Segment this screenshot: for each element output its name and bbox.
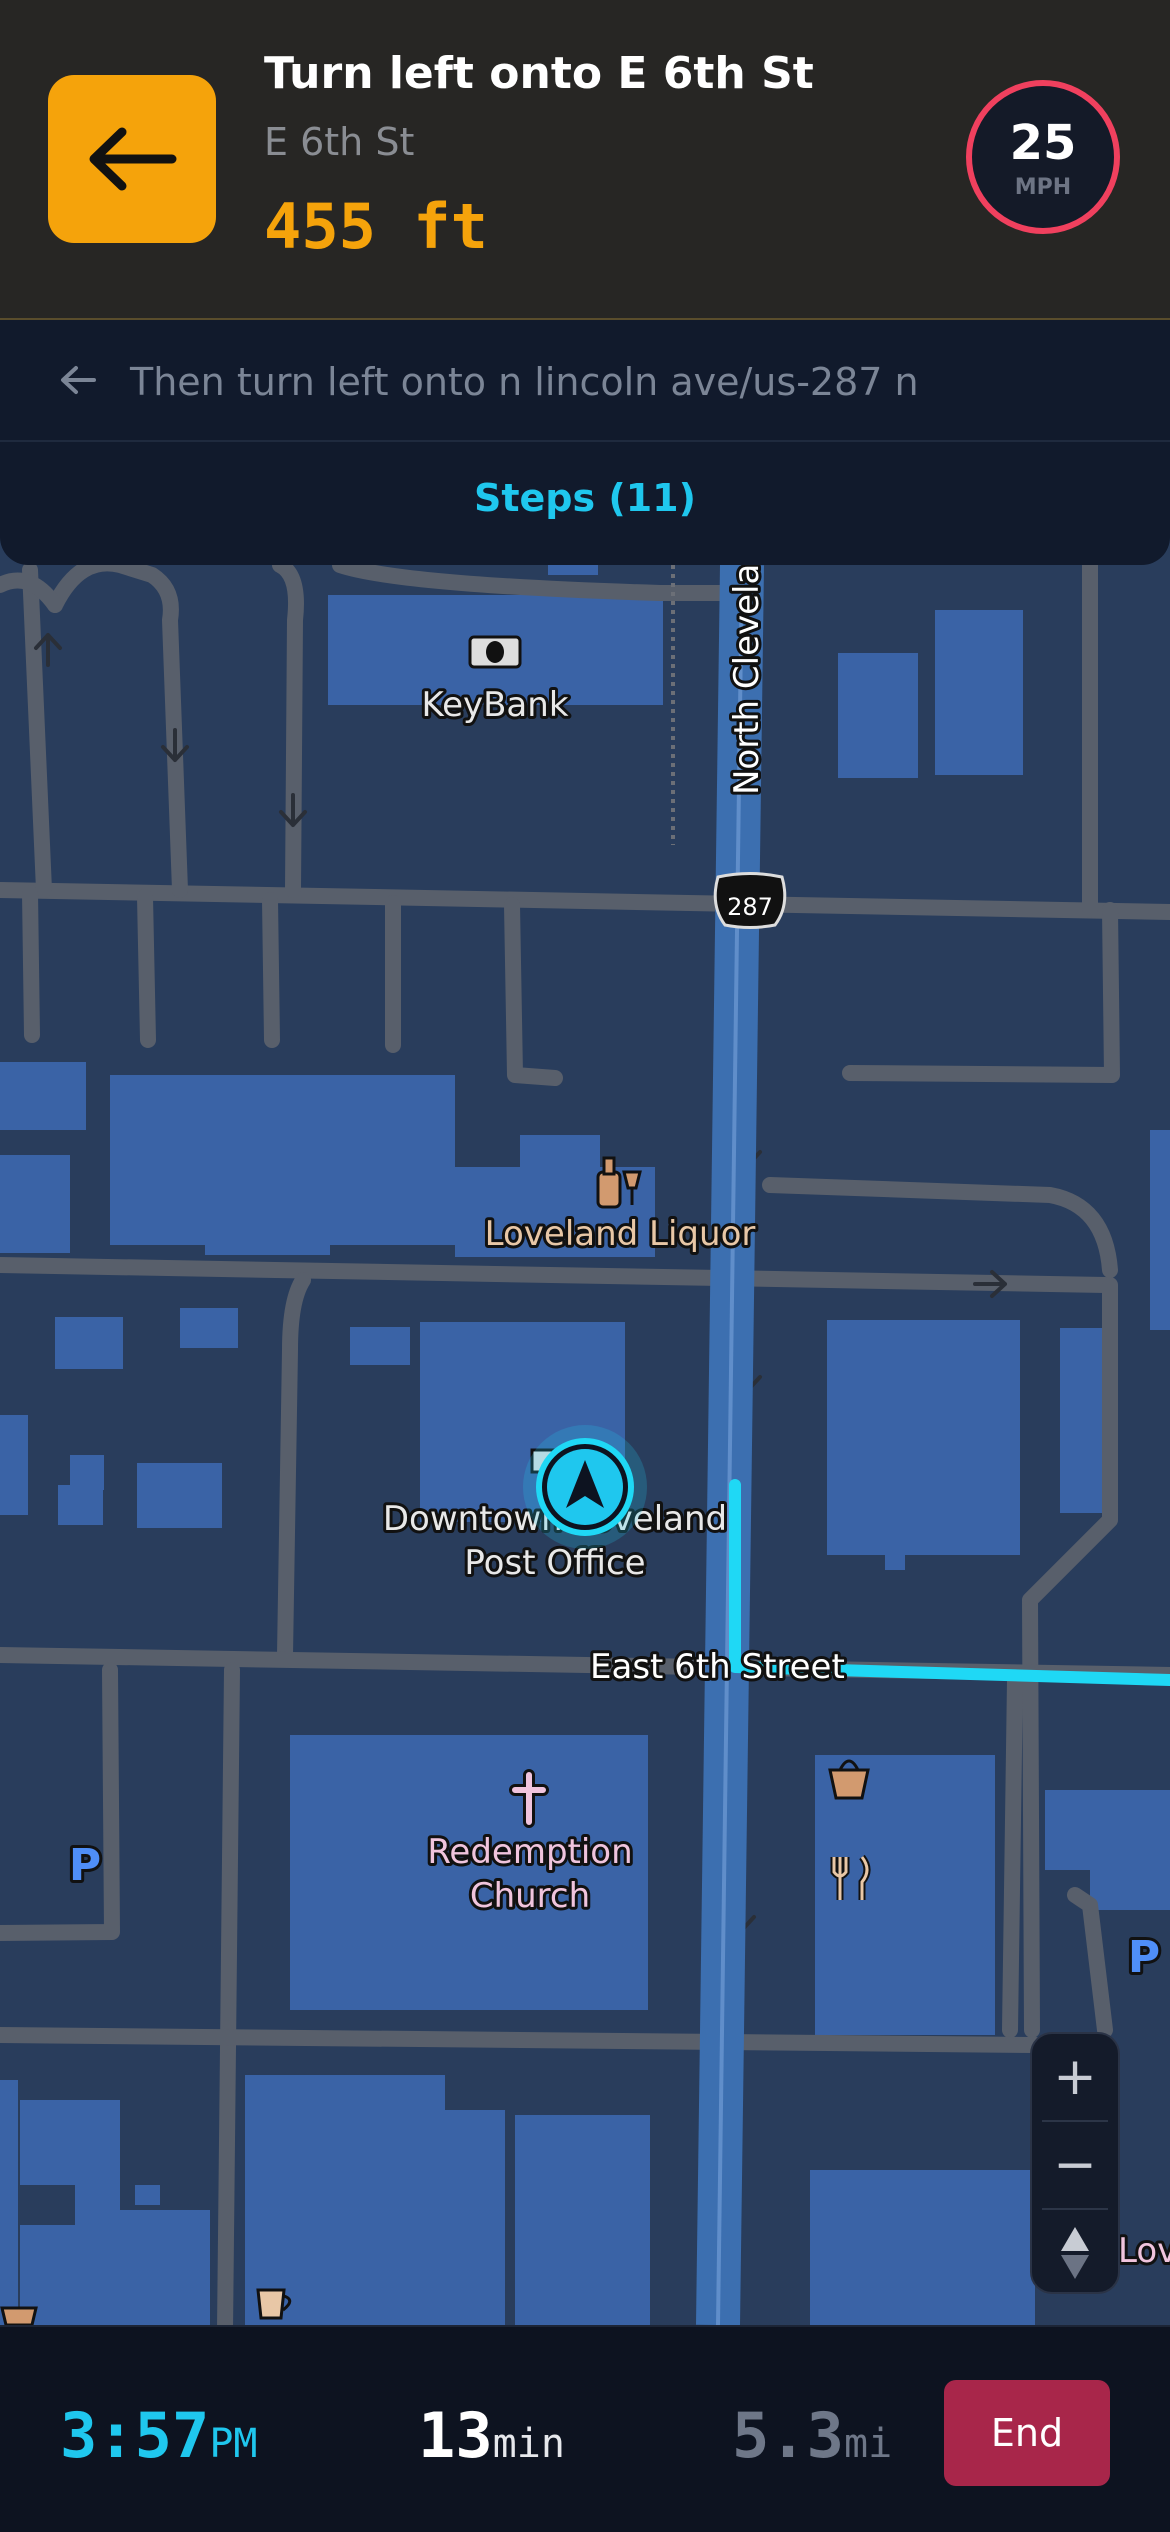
arrow-left-icon [89,127,177,191]
eta: 3:57PM [60,2399,257,2472]
trip-distance: 5.3mi [732,2399,892,2472]
arrow-left-icon [61,366,96,394]
poi-label-keybank: KeyBank [421,685,568,725]
compass-icon [1061,2227,1089,2279]
distance-value: 5.3 [732,2399,844,2472]
parking-icon-right[interactable]: P [1125,1929,1163,1986]
maneuver-header: Turn left onto E 6th St E 6th St 455 ft … [0,0,1170,320]
route-shield-label: 287 [727,893,773,921]
parking-icon[interactable]: P [66,1837,104,1894]
turn-direction-box [48,75,216,243]
maneuver-distance: 455 ft [264,190,488,263]
speed-limit-sign: 25 MPH [966,80,1120,234]
zoom-out-button[interactable]: − [1032,2122,1118,2208]
maneuver-instruction: Turn left onto E 6th St [264,48,814,99]
duration-unit: min [492,2421,565,2467]
poi-label-post-office-2: Post Office [464,1543,645,1583]
trip-summary-bar: 3:57PM 13min 5.3mi End [0,2325,1170,2532]
then-maneuver-row: Then turn left onto n lincoln ave/us-287… [0,320,1170,442]
shopping-bag-icon-left[interactable] [0,2306,38,2327]
speed-limit-value: 25 [1009,114,1077,171]
speed-limit-unit: MPH [1014,174,1072,200]
eta-unit: PM [209,2421,258,2467]
zoom-in-button[interactable]: + [1032,2034,1118,2120]
steps-button[interactable]: Steps (11) [0,476,1170,520]
distance-unit: mi [843,2421,893,2467]
us-287-shield: 287 [713,872,787,929]
maneuver-street: E 6th St [264,120,415,164]
compass-button[interactable] [1032,2210,1118,2296]
street-label-north-cleveland: North Clevelan [727,542,767,795]
zoom-controls: + − [1030,2032,1120,2294]
next-maneuver-panel: Then turn left onto n lincoln ave/us-287… [0,320,1170,565]
eta-value: 3:57 [60,2399,210,2472]
poi-label-loveland-liquor: Loveland Liquor [485,1214,756,1254]
duration-value: 13 [418,2399,493,2472]
then-maneuver-text: Then turn left onto n lincoln ave/us-287… [130,360,919,404]
trip-duration: 13min [418,2399,565,2472]
money-icon [468,635,522,669]
poi-label-edge: Lov [1118,2231,1170,2271]
street-label-east-6th: East 6th Street [590,1647,845,1687]
current-location-marker [523,1425,647,1549]
poi-label-church-2: Church [470,1876,590,1916]
end-navigation-button[interactable]: End [944,2380,1110,2486]
poi-label-church-1: Redemption [427,1832,632,1872]
